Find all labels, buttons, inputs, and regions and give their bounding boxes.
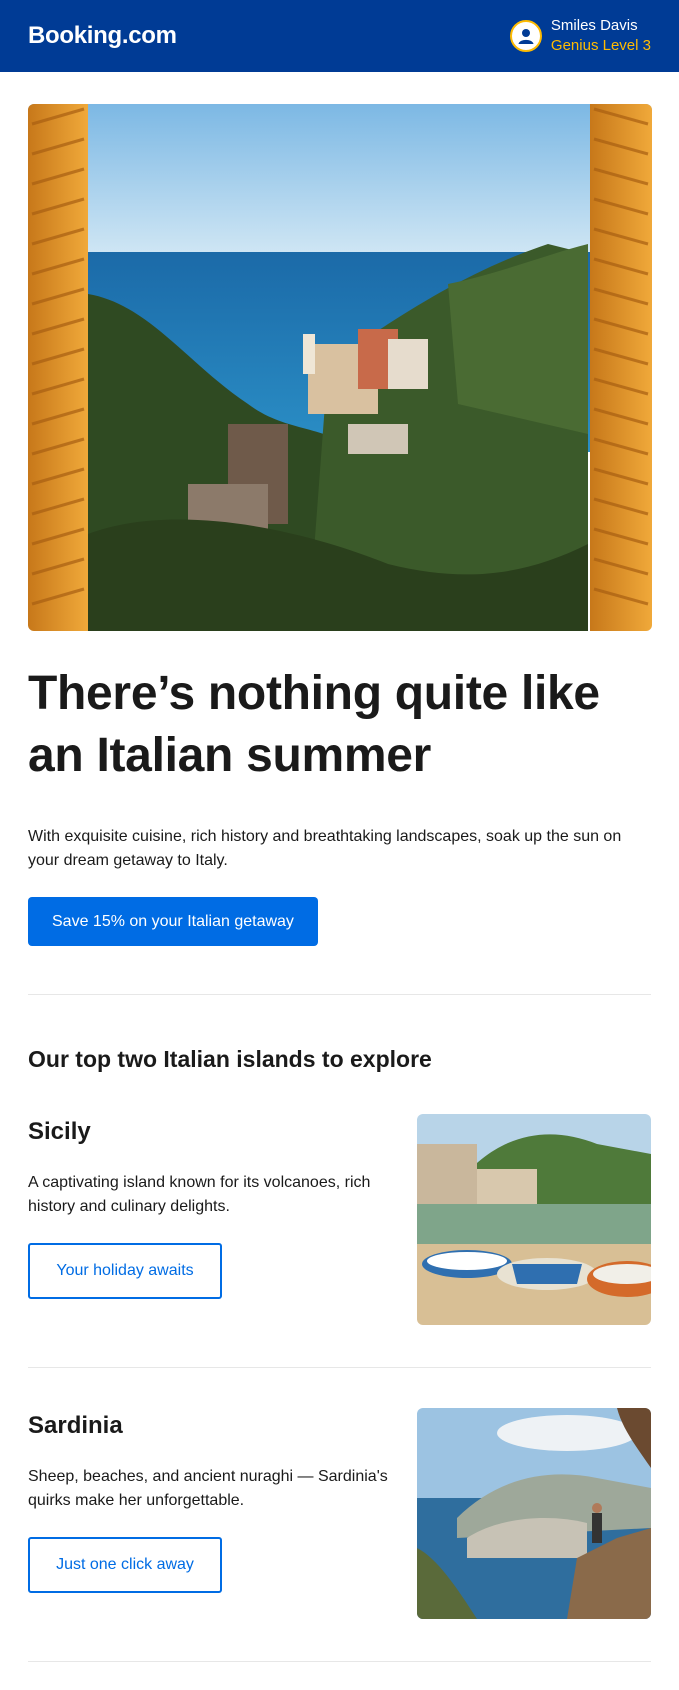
island-card-sicily: Sicily A captivating island known for it…: [28, 1114, 651, 1325]
hero-title: There’s nothing quite like an Italian su…: [28, 667, 600, 782]
hero-description: With exquisite cuisine, rich history and…: [28, 828, 622, 869]
booking-logo[interactable]: Booking.com: [28, 22, 177, 50]
island-name: Sardinia: [28, 1412, 123, 1439]
island-card-sardinia: Sardinia Sheep, beaches, and ancient nur…: [28, 1408, 651, 1619]
save-italian-getaway-button[interactable]: Save 15% on your Italian getaway: [28, 897, 318, 946]
your-holiday-awaits-button[interactable]: Your holiday awaits: [28, 1243, 222, 1299]
island-description: Sheep, beaches, and ancient nuraghi — Sa…: [28, 1468, 388, 1509]
island-name: Sicily: [28, 1118, 91, 1145]
genius-level-badge: Genius Level 3: [550, 37, 651, 54]
sicily-image[interactable]: [417, 1114, 651, 1325]
user-name: Smiles Davis: [550, 17, 638, 34]
email-header: Booking.com Smiles Davis Genius Level 3: [0, 0, 679, 72]
user-info[interactable]: Smiles Davis Genius Level 3: [509, 16, 651, 56]
sardinia-image[interactable]: [417, 1408, 651, 1619]
island-description: A captivating island known for its volca…: [28, 1174, 371, 1215]
section-divider: [28, 1661, 651, 1662]
islands-heading: Our top two Italian islands to explore: [28, 1046, 432, 1072]
hero-image[interactable]: [28, 104, 652, 631]
section-divider: [28, 994, 651, 995]
just-one-click-away-button[interactable]: Just one click away: [28, 1537, 222, 1593]
section-divider: [28, 1367, 651, 1368]
user-avatar-icon: [509, 20, 542, 52]
